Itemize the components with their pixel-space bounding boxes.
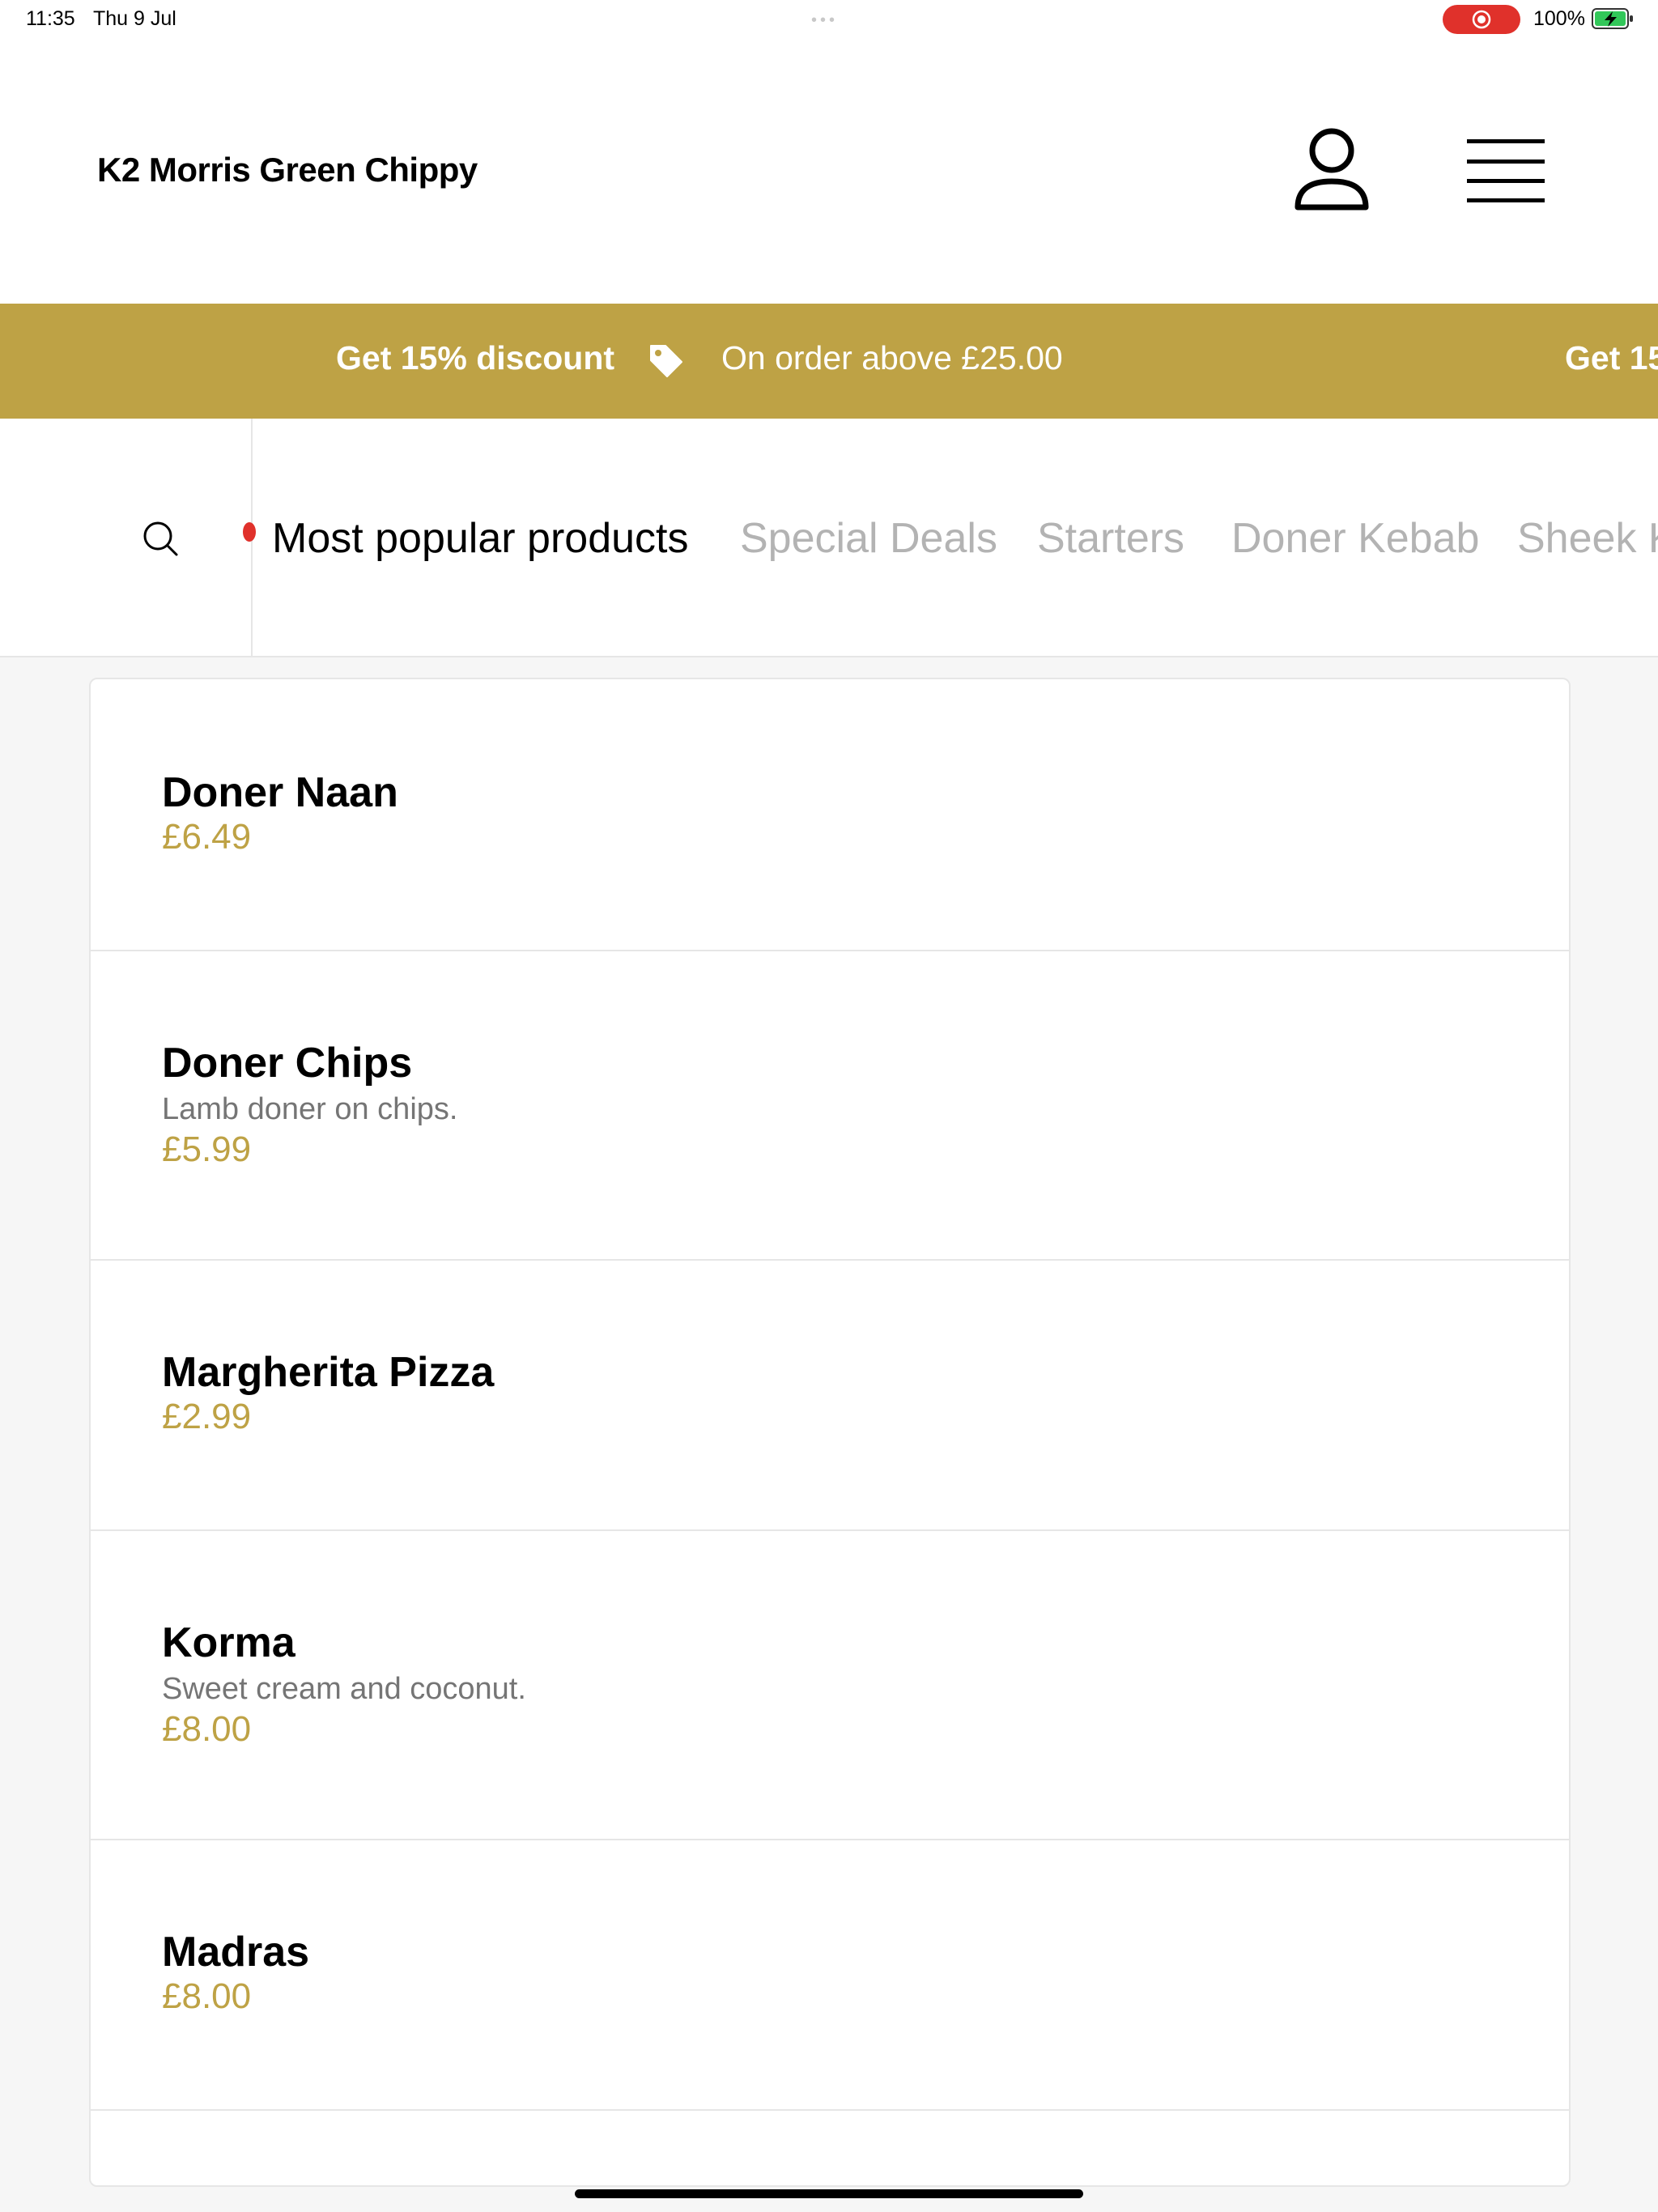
- product-price: £8.00: [162, 1709, 252, 1749]
- product-price: £6.49: [162, 817, 252, 857]
- battery-percentage: 100%: [1533, 7, 1585, 30]
- list-item[interactable]: Madras £8.00: [91, 1839, 1569, 2111]
- promo-title: Get 15% discount: [336, 339, 615, 376]
- tab-special-deals[interactable]: Special Deals: [740, 514, 997, 563]
- status-date: Thu 9 Jul: [93, 7, 176, 30]
- hamburger-menu-icon[interactable]: [1465, 136, 1546, 206]
- category-nav: Most popular products Special Deals Star…: [0, 419, 1658, 657]
- product-name: Madras: [162, 1929, 310, 1976]
- restaurant-name[interactable]: K2 Morris Green Chippy: [97, 151, 478, 189]
- search-button[interactable]: [0, 419, 253, 656]
- product-price: £8.00: [162, 1976, 252, 2016]
- tab-doner-kebab[interactable]: Doner Kebab: [1231, 514, 1479, 563]
- tab-most-popular-products[interactable]: Most popular products: [272, 514, 689, 563]
- person-outline-icon[interactable]: [1291, 126, 1372, 215]
- status-bar: 11:35 Thu 9 Jul ••• 100%: [0, 0, 1658, 37]
- tab-starters[interactable]: Starters: [1037, 514, 1184, 563]
- magnifier-icon: [143, 521, 178, 556]
- home-indicator[interactable]: [575, 2189, 1083, 2198]
- product-name: Doner Naan: [162, 769, 398, 816]
- battery-charging-icon: [1592, 8, 1633, 29]
- promo-banner[interactable]: Get 15% discount On order above £25.00 G…: [0, 304, 1658, 419]
- product-name: Margherita Pizza: [162, 1349, 495, 1396]
- list-item[interactable]: Doner Naan £6.49: [91, 679, 1569, 951]
- tag-icon: [650, 345, 682, 377]
- multitask-dots[interactable]: •••: [811, 11, 838, 30]
- list-item[interactable]: Korma Sweet cream and coconut. £8.00: [91, 1529, 1569, 1840]
- promo-title-repeat: Get 15: [1565, 339, 1658, 376]
- record-icon: [1472, 10, 1491, 29]
- screen-recording-indicator[interactable]: [1443, 5, 1520, 34]
- product-name: Doner Chips: [162, 1040, 413, 1087]
- app-header: K2 Morris Green Chippy: [0, 37, 1658, 304]
- tab-sheek-kebab[interactable]: Sheek K: [1517, 514, 1658, 563]
- promo-detail: On order above £25.00: [721, 339, 1063, 376]
- active-category-marker: [243, 522, 256, 542]
- list-item[interactable]: Margherita Pizza £2.99: [91, 1259, 1569, 1531]
- product-description: Lamb doner on chips.: [162, 1092, 458, 1126]
- status-time: 11:35: [26, 7, 75, 30]
- list-item[interactable]: Doner Chips Lamb doner on chips. £5.99: [91, 950, 1569, 1261]
- product-list: Doner Naan £6.49 Doner Chips Lamb doner …: [89, 678, 1571, 2187]
- product-name: Korma: [162, 1619, 295, 1666]
- product-price: £5.99: [162, 1129, 252, 1169]
- product-price: £2.99: [162, 1397, 252, 1436]
- product-description: Sweet cream and coconut.: [162, 1672, 526, 1706]
